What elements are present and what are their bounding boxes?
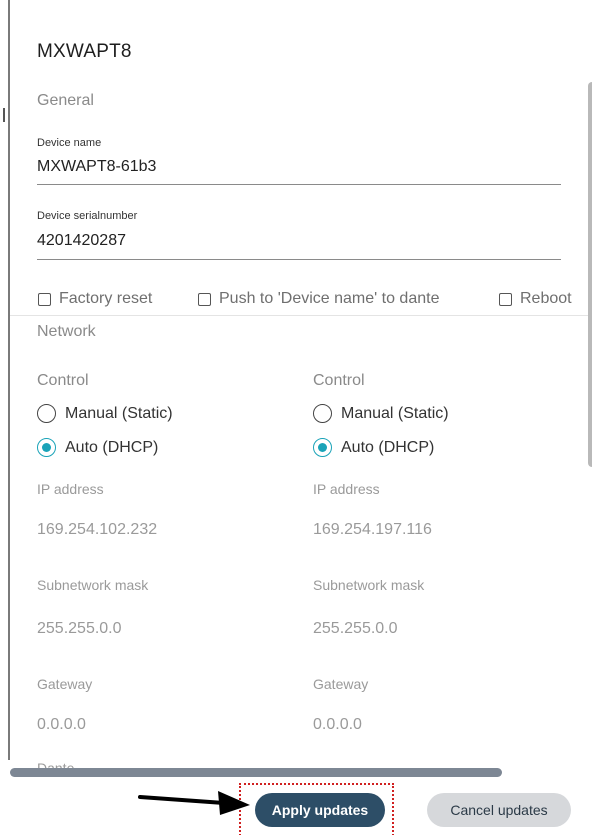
dialog-title: MXWAPT8 xyxy=(37,41,132,62)
horizontal-scrollbar[interactable] xyxy=(10,768,502,777)
ip-address-label-2: IP address xyxy=(313,481,380,497)
control-label-2: Control xyxy=(313,372,365,389)
device-name-label: Device name xyxy=(37,137,102,149)
factory-reset-checkbox[interactable]: Factory reset xyxy=(38,290,152,308)
reboot-checkbox[interactable]: Reboot xyxy=(499,290,572,308)
radio-checked-icon xyxy=(37,438,56,457)
gateway-label-1: Gateway xyxy=(37,676,93,692)
manual-static-label-1: Manual (Static) xyxy=(65,404,173,422)
cut-off-label: Dante xyxy=(37,760,75,768)
gateway-value-2: 0.0.0.0 xyxy=(313,716,362,733)
radio-unchecked-icon xyxy=(37,404,56,423)
device-settings-dialog: MXWAPT8 General Device name MXWAPT8-61b3… xyxy=(10,0,592,835)
push-to-dante-label: Push to 'Device name' to dante xyxy=(219,290,440,307)
checkbox-icon xyxy=(499,292,512,306)
general-section-label: General xyxy=(37,92,94,109)
vertical-scrollbar[interactable] xyxy=(588,82,592,467)
device-name-input[interactable]: MXWAPT8-61b3 xyxy=(37,158,156,176)
auto-dhcp-label-2: Auto (DHCP) xyxy=(341,438,435,456)
subnet-mask-value-1: 255.255.0.0 xyxy=(37,620,122,637)
manual-static-radio-1[interactable]: Manual (Static) xyxy=(37,404,173,423)
ip-address-label-1: IP address xyxy=(37,481,104,497)
auto-dhcp-radio-1[interactable]: Auto (DHCP) xyxy=(37,438,158,457)
window-edge-marker xyxy=(3,108,5,122)
subnet-mask-label-2: Subnetwork mask xyxy=(313,577,425,593)
factory-reset-label: Factory reset xyxy=(59,290,153,307)
gateway-value-1: 0.0.0.0 xyxy=(37,716,86,733)
manual-static-label-2: Manual (Static) xyxy=(341,404,449,422)
screenshot-frame: MXWAPT8 General Device name MXWAPT8-61b3… xyxy=(0,0,592,835)
radio-unchecked-icon xyxy=(313,404,332,423)
ip-address-value-1: 169.254.102.232 xyxy=(37,521,158,538)
subnet-mask-value-2: 255.255.0.0 xyxy=(313,620,398,637)
auto-dhcp-radio-2[interactable]: Auto (DHCP) xyxy=(313,438,434,457)
device-serial-label: Device serialnumber xyxy=(37,210,138,222)
device-name-underline xyxy=(37,184,561,185)
device-serial-underline xyxy=(37,259,561,260)
auto-dhcp-label-1: Auto (DHCP) xyxy=(65,438,159,456)
radio-checked-icon xyxy=(313,438,332,457)
section-divider xyxy=(10,315,592,316)
cancel-updates-button[interactable]: Cancel updates xyxy=(427,793,571,827)
apply-updates-button[interactable]: Apply updates xyxy=(255,793,385,827)
manual-static-radio-2[interactable]: Manual (Static) xyxy=(313,404,449,423)
checkbox-icon xyxy=(38,292,51,306)
network-section-label: Network xyxy=(37,323,96,340)
checkbox-icon xyxy=(198,292,211,306)
control-label-1: Control xyxy=(37,372,89,389)
ip-address-value-2: 169.254.197.116 xyxy=(313,521,432,538)
device-serial-input[interactable]: 4201420287 xyxy=(37,232,126,250)
reboot-label: Reboot xyxy=(520,290,572,307)
gateway-label-2: Gateway xyxy=(313,676,369,692)
push-to-dante-checkbox[interactable]: Push to 'Device name' to dante xyxy=(198,290,439,308)
subnet-mask-label-1: Subnetwork mask xyxy=(37,577,149,593)
